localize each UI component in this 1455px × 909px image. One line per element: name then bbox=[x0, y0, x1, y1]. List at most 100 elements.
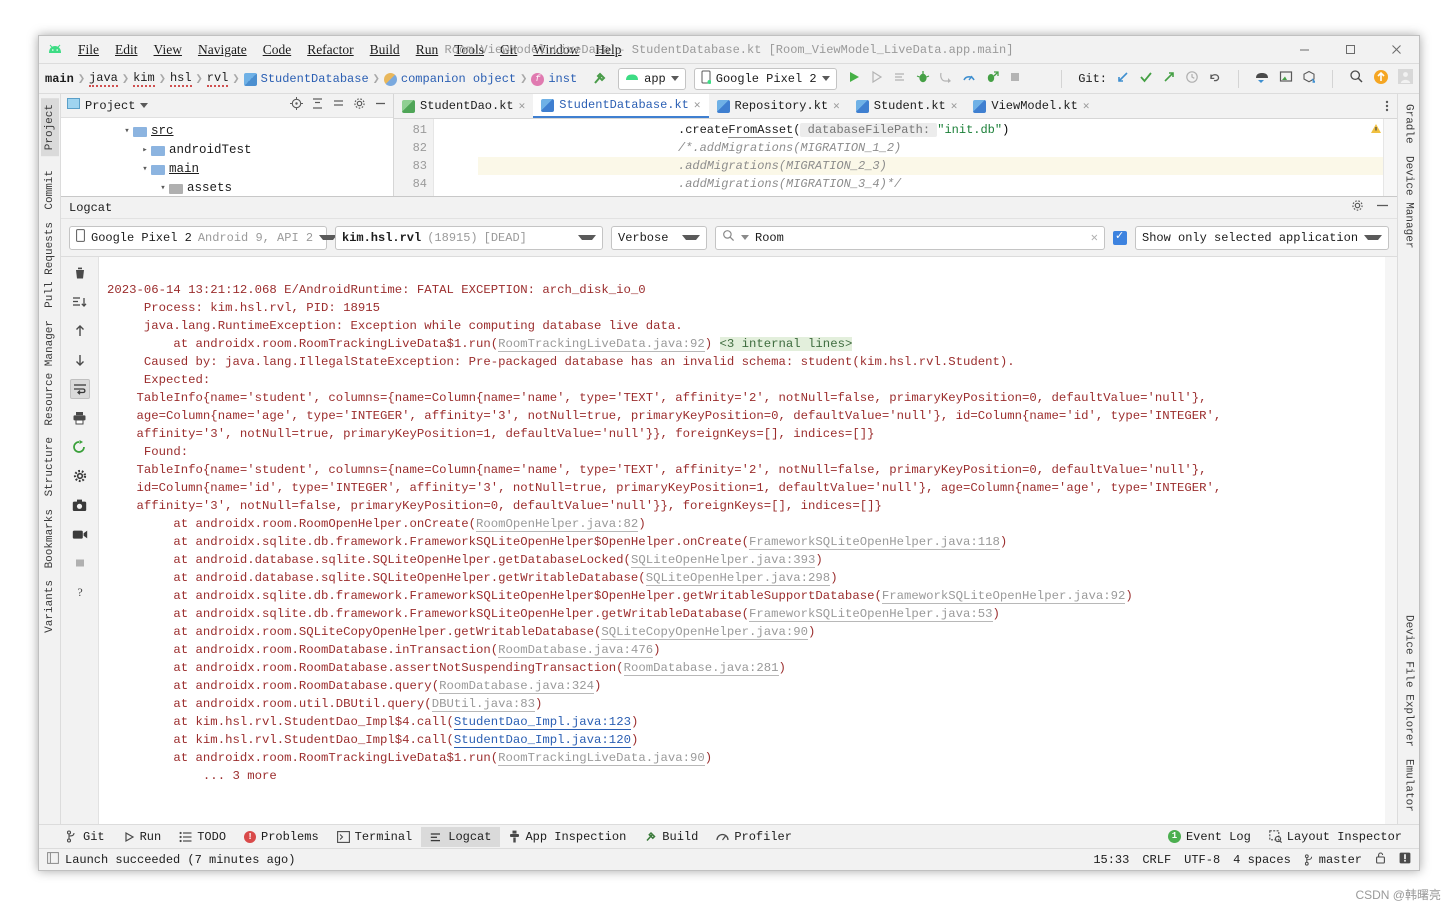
sidebar-item-bookmarks[interactable]: Bookmarks bbox=[41, 503, 59, 574]
minimize-button[interactable] bbox=[1281, 36, 1327, 63]
rerun-icon[interactable] bbox=[870, 70, 884, 88]
tab-repository[interactable]: Repository.kt ✕ bbox=[709, 94, 848, 118]
device-manager-icon[interactable] bbox=[1255, 70, 1270, 88]
close-icon[interactable]: ✕ bbox=[951, 99, 958, 113]
sdk-manager-icon[interactable] bbox=[1302, 70, 1316, 88]
down-icon[interactable] bbox=[70, 350, 90, 370]
code-lines[interactable]: .createFromAsset( databaseFilePath: "ini… bbox=[434, 119, 1383, 196]
help-icon[interactable]: ? bbox=[70, 582, 90, 602]
source-link[interactable]: FrameworkSQLiteOpenHelper.java:118 bbox=[749, 535, 1000, 550]
sidebar-item-pull-requests[interactable]: Pull Requests bbox=[41, 216, 59, 314]
tree-node-assets[interactable]: ▾ assets bbox=[61, 178, 393, 196]
tab-student[interactable]: Student.kt ✕ bbox=[848, 94, 966, 118]
main-menu[interactable]: File Edit View Navigate Code Refactor Bu… bbox=[71, 40, 628, 60]
sidebar-item-emulator[interactable]: Emulator bbox=[1400, 753, 1418, 818]
log-level-select[interactable]: Verbose bbox=[611, 225, 707, 250]
lock-icon[interactable] bbox=[1375, 851, 1386, 868]
run-icon[interactable] bbox=[847, 70, 861, 88]
close-button[interactable] bbox=[1373, 36, 1419, 63]
bottom-tab-build[interactable]: Build bbox=[635, 827, 707, 847]
chevron-down-icon[interactable]: ▾ bbox=[157, 183, 169, 193]
source-link[interactable]: RoomDatabase.java:324 bbox=[439, 679, 595, 694]
source-link[interactable]: RoomTrackingLiveData.java:90 bbox=[498, 751, 705, 766]
close-icon[interactable]: ✕ bbox=[833, 99, 840, 113]
caret-position[interactable]: 15:33 bbox=[1093, 853, 1129, 867]
indent-setting[interactable]: 4 spaces bbox=[1233, 853, 1291, 867]
tab-viewmodel[interactable]: ViewModel.kt ✕ bbox=[965, 94, 1097, 118]
line-separator[interactable]: CRLF bbox=[1142, 853, 1171, 867]
restart-icon[interactable] bbox=[70, 437, 90, 457]
menu-help[interactable]: Help bbox=[588, 40, 628, 60]
source-link[interactable]: StudentDao_Impl.java:120 bbox=[453, 733, 631, 748]
editor-scrollbar[interactable] bbox=[1371, 119, 1397, 196]
source-link[interactable]: SQLiteCopyOpenHelper.java:90 bbox=[601, 625, 809, 640]
scroll-to-end-icon[interactable] bbox=[70, 292, 90, 312]
tab-studentdao[interactable]: StudentDao.kt ✕ bbox=[394, 94, 533, 118]
bottom-tab-app-inspection[interactable]: App Inspection bbox=[500, 827, 635, 847]
clear-all-icon[interactable] bbox=[70, 263, 90, 283]
breadcrumb-kim[interactable]: kim ❯ bbox=[133, 71, 170, 87]
layout-icon[interactable] bbox=[1279, 70, 1293, 88]
internal-lines-badge[interactable]: <3 internal lines> bbox=[719, 337, 853, 351]
sidebar-item-gradle[interactable]: Gradle bbox=[1400, 98, 1418, 150]
screenshot-icon[interactable] bbox=[70, 495, 90, 515]
notification-icon[interactable] bbox=[1399, 852, 1411, 868]
menu-git[interactable]: Git bbox=[493, 40, 524, 60]
breadcrumb-studentdatabase[interactable]: StudentDatabase ❯ bbox=[243, 71, 384, 86]
update-project-icon[interactable] bbox=[1116, 70, 1130, 88]
bottom-tab-git[interactable]: Git bbox=[57, 827, 114, 847]
regex-checkbox[interactable] bbox=[1113, 229, 1127, 245]
search-options-icon[interactable] bbox=[741, 235, 749, 240]
chevron-down-icon[interactable]: ▾ bbox=[121, 126, 133, 136]
sidebar-item-resource-manager[interactable]: Resource Manager bbox=[41, 314, 59, 432]
stop-icon[interactable] bbox=[1008, 70, 1022, 88]
build-hammer-icon[interactable] bbox=[591, 70, 608, 87]
source-link[interactable]: FrameworkSQLiteOpenHelper.java:92 bbox=[881, 589, 1126, 604]
device-filter-select[interactable]: Google Pixel 2 Android 9, API 2 bbox=[69, 225, 338, 250]
bottom-tab-todo[interactable]: TODO bbox=[170, 827, 235, 847]
process-filter-select[interactable]: kim.hsl.rvl (18915) [DEAD] bbox=[335, 225, 603, 250]
sidebar-item-commit[interactable]: Commit bbox=[41, 164, 59, 216]
profiler-icon[interactable] bbox=[962, 70, 976, 88]
source-link[interactable]: SQLiteOpenHelper.java:393 bbox=[630, 553, 816, 568]
tree-node-androidtest[interactable]: ▸ androidTest bbox=[61, 140, 393, 159]
hide-icon[interactable] bbox=[374, 97, 387, 114]
menu-tools[interactable]: Tools bbox=[447, 40, 491, 60]
collapse-all-icon[interactable] bbox=[332, 97, 345, 114]
stop-icon[interactable] bbox=[70, 553, 90, 573]
debug-run-icon[interactable] bbox=[985, 70, 999, 88]
sidebar-item-device-file-explorer[interactable]: Device File Explorer bbox=[1400, 609, 1418, 753]
logcat-search-input[interactable]: Room ✕ bbox=[715, 225, 1105, 250]
breadcrumb-main[interactable]: main ❯ bbox=[45, 71, 89, 87]
breadcrumb-java[interactable]: java ❯ bbox=[89, 71, 133, 87]
maximize-button[interactable] bbox=[1327, 36, 1373, 63]
run-configuration-selector[interactable]: app bbox=[618, 67, 686, 90]
screen-record-icon[interactable] bbox=[70, 524, 90, 544]
breadcrumb-companion-object[interactable]: companion object ❯ bbox=[383, 71, 531, 86]
commit-icon[interactable] bbox=[1139, 70, 1153, 88]
bottom-tab-logcat[interactable]: Logcat bbox=[421, 826, 501, 847]
target-icon[interactable] bbox=[290, 97, 303, 114]
sidebar-item-project[interactable]: Project bbox=[40, 98, 59, 157]
attach-debugger-icon[interactable] bbox=[939, 70, 953, 88]
menu-navigate[interactable]: Navigate bbox=[191, 40, 254, 60]
project-tree[interactable]: ▾ src ▸ androidTest ▾ main ▾ assets bbox=[61, 118, 393, 196]
menu-view[interactable]: View bbox=[147, 40, 189, 60]
chevron-down-icon[interactable]: ▾ bbox=[139, 164, 151, 174]
menu-file[interactable]: File bbox=[71, 40, 106, 60]
close-icon[interactable]: ✕ bbox=[694, 98, 701, 112]
tree-node-main[interactable]: ▾ main bbox=[61, 159, 393, 178]
bottom-tab-event-log[interactable]: 1 Event Log bbox=[1159, 827, 1260, 847]
close-icon[interactable]: ✕ bbox=[519, 99, 526, 113]
bottom-tab-profiler[interactable]: Profiler bbox=[707, 827, 801, 847]
scope-filter-select[interactable]: Show only selected application bbox=[1135, 225, 1389, 250]
close-icon[interactable]: ✕ bbox=[1083, 99, 1090, 113]
source-link[interactable]: RoomDatabase.java:476 bbox=[498, 643, 654, 658]
up-icon[interactable] bbox=[70, 321, 90, 341]
source-link[interactable]: DBUtil.java:83 bbox=[431, 697, 536, 712]
gear-icon[interactable] bbox=[1351, 199, 1364, 216]
soft-wrap-icon[interactable] bbox=[69, 379, 90, 399]
bottom-tab-run[interactable]: Run bbox=[114, 827, 171, 847]
gear-icon[interactable] bbox=[70, 466, 90, 486]
menu-code[interactable]: Code bbox=[256, 40, 299, 60]
